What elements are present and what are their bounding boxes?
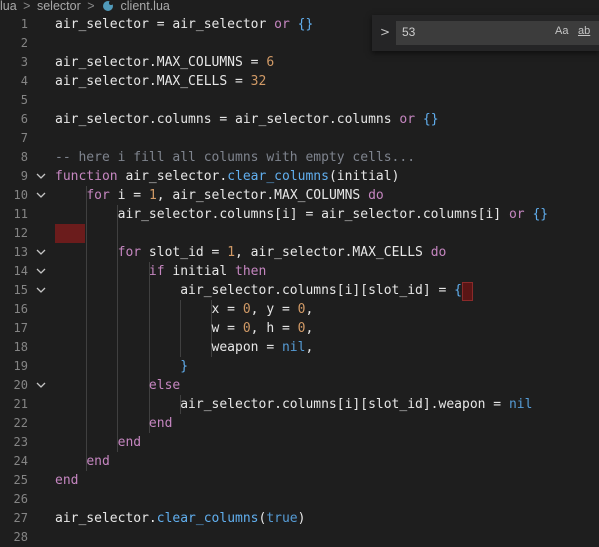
code-line[interactable]: 26 bbox=[0, 490, 599, 509]
code-text: for i = 1, air_selector.MAX_COLUMNS do bbox=[86, 188, 384, 203]
code-line[interactable]: 22 end bbox=[0, 414, 599, 433]
code-line[interactable]: 3 air_selector.MAX_COLUMNS = 6 bbox=[0, 53, 599, 72]
toggle-replace-chevron-icon[interactable]: > bbox=[380, 25, 390, 39]
line-number: 7 bbox=[20, 131, 28, 145]
line-number: 5 bbox=[20, 93, 28, 107]
code-text: air_selector.columns[i] = air_selector.c… bbox=[55, 207, 549, 222]
code-line[interactable]: 25 end bbox=[0, 471, 599, 490]
line-number: 4 bbox=[20, 74, 28, 88]
code-line[interactable]: 9 function air_selector.clear_columns(ini… bbox=[0, 167, 599, 186]
line-number: 11 bbox=[13, 207, 28, 221]
code-text: x = 0, y = 0, bbox=[55, 302, 314, 317]
code-line[interactable]: 13 for slot_id = 1, air_selector.MAX_CEL… bbox=[0, 243, 599, 262]
line-number: 6 bbox=[20, 112, 28, 126]
line-number: 26 bbox=[13, 492, 28, 506]
line-number: 2 bbox=[20, 36, 28, 50]
line-number: 10 bbox=[13, 188, 28, 202]
lua-file-icon bbox=[103, 1, 114, 11]
code-text: else bbox=[148, 378, 181, 393]
line-number: 19 bbox=[13, 359, 28, 373]
code-text: w = 0, h = 0, bbox=[55, 321, 314, 336]
line-number: 28 bbox=[13, 530, 28, 544]
code-line[interactable]: 10 for i = 1, air_selector.MAX_COLUMNS d… bbox=[0, 186, 599, 205]
code-text: end bbox=[117, 435, 142, 450]
code-text: -- here i fill all columns with empty ce… bbox=[55, 150, 416, 165]
code-line[interactable]: 20 else bbox=[0, 376, 599, 395]
code-text: air_selector = air_selector or {} bbox=[55, 17, 314, 32]
code-text: air_selector.MAX_COLUMNS = 6 bbox=[55, 55, 275, 70]
code-text: if initial then bbox=[148, 264, 267, 279]
code-line[interactable]: 6 air_selector.columns = air_selector.col… bbox=[0, 110, 599, 129]
code-text: } bbox=[180, 359, 189, 374]
code-line[interactable]: 24 end bbox=[0, 452, 599, 471]
code-line[interactable]: 28 bbox=[0, 528, 599, 547]
match-whole-word-button[interactable]: ab bbox=[578, 25, 590, 37]
code-line[interactable]: 18 weapon = nil, bbox=[0, 338, 599, 357]
line-number: 15 bbox=[13, 283, 28, 297]
code-line[interactable]: 21 air_selector.columns[i][slot_id].weap… bbox=[0, 395, 599, 414]
bracket-match-cursor bbox=[461, 282, 473, 301]
code-line[interactable]: 8 -- here i fill all columns with empty c… bbox=[0, 148, 599, 167]
code-text: air_selector.clear_columns(true) bbox=[55, 511, 306, 526]
line-number: 14 bbox=[13, 264, 28, 278]
breadcrumb-item-file[interactable]: client.lua bbox=[121, 0, 170, 12]
find-widget: > 53 Aa ab bbox=[372, 15, 599, 51]
code-line[interactable]: 19 } bbox=[0, 357, 599, 376]
code-text: weapon = nil, bbox=[55, 340, 314, 355]
code-text: air_selector.MAX_CELLS = 32 bbox=[55, 74, 267, 89]
code-text: function air_selector.clear_columns(init… bbox=[55, 169, 400, 184]
code-line[interactable]: 15 air_selector.columns[i][slot_id] = { bbox=[0, 281, 599, 301]
code-line[interactable]: 14 if initial then bbox=[0, 262, 599, 281]
line-number: 20 bbox=[13, 378, 28, 392]
breadcrumb-separator: > bbox=[87, 0, 95, 13]
line-number: 9 bbox=[20, 169, 28, 183]
code-text: end bbox=[55, 473, 79, 488]
code-line[interactable]: 23 end bbox=[0, 433, 599, 452]
line-number: 21 bbox=[13, 397, 28, 411]
line-number: 8 bbox=[20, 150, 28, 164]
line-number: 18 bbox=[13, 340, 28, 354]
line-number: 12 bbox=[13, 226, 28, 240]
code-line[interactable]: 12 bbox=[0, 224, 599, 243]
line-number: 16 bbox=[13, 302, 28, 316]
code-text: end bbox=[86, 454, 110, 469]
line-number: 13 bbox=[13, 245, 28, 259]
code-text: air_selector.columns = air_selector.colu… bbox=[55, 112, 439, 127]
line-number: 23 bbox=[13, 435, 28, 449]
code-text: air_selector.columns[i][slot_id].weapon … bbox=[55, 397, 533, 412]
breadcrumb-item-selector[interactable]: selector bbox=[37, 0, 81, 12]
line-number: 24 bbox=[13, 454, 28, 468]
code-text: end bbox=[148, 416, 173, 431]
breadcrumb-separator: > bbox=[23, 0, 31, 13]
code-line[interactable]: 27 air_selector.clear_columns(true) bbox=[0, 509, 599, 528]
line-number: 25 bbox=[13, 473, 28, 487]
match-case-button[interactable]: Aa bbox=[555, 25, 568, 37]
code-text: air_selector.columns[i][slot_id] = { bbox=[55, 283, 462, 298]
line-number: 27 bbox=[13, 511, 28, 525]
find-input[interactable]: 53 Aa ab bbox=[396, 21, 599, 45]
line-number: 22 bbox=[13, 416, 28, 430]
breadcrumb: lua > selector > client.lua bbox=[0, 0, 599, 14]
code-line[interactable]: 11 air_selector.columns[i] = air_selecto… bbox=[0, 205, 599, 224]
code-line[interactable]: 4 air_selector.MAX_CELLS = 32 bbox=[0, 72, 599, 91]
code-line[interactable]: 16 x = 0, y = 0, bbox=[0, 300, 599, 319]
line-number: 17 bbox=[13, 321, 28, 335]
code-line[interactable]: 17 w = 0, h = 0, bbox=[0, 319, 599, 338]
line-number: 1 bbox=[20, 17, 28, 31]
code-line[interactable]: 5 bbox=[0, 91, 599, 110]
code-text: for slot_id = 1, air_selector.MAX_CELLS … bbox=[117, 245, 447, 260]
find-input-value: 53 bbox=[402, 25, 416, 39]
line-number: 3 bbox=[20, 55, 28, 69]
breadcrumb-item-lua[interactable]: lua bbox=[0, 0, 17, 12]
code-line[interactable]: 7 bbox=[0, 129, 599, 148]
